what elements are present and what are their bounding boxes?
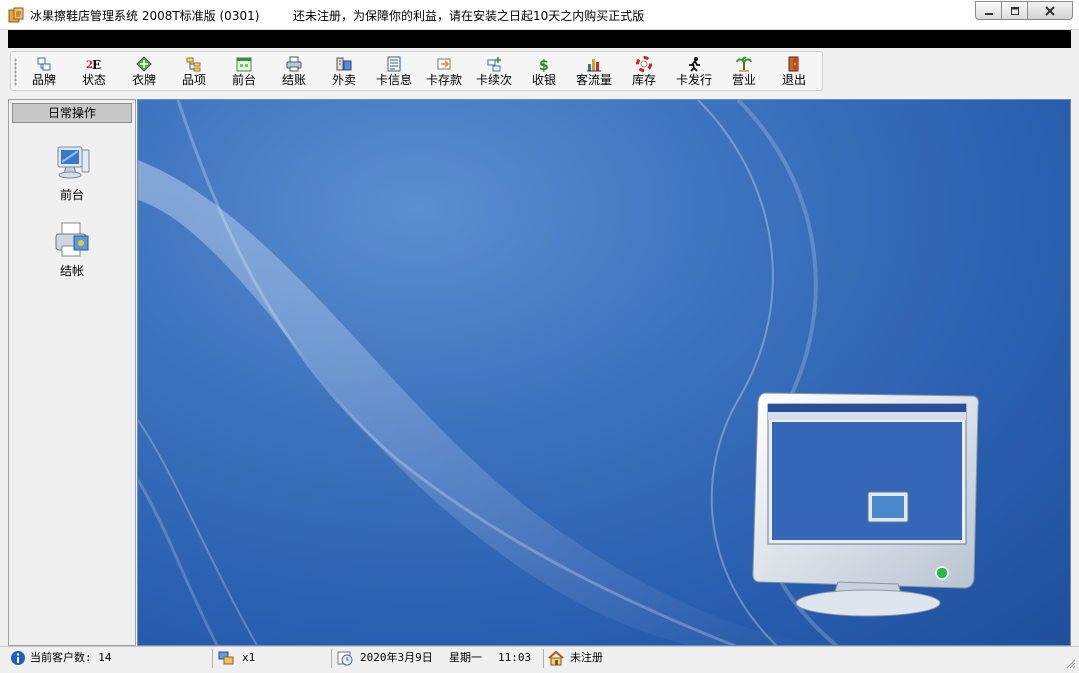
lifebuoy-icon xyxy=(636,56,652,72)
toolbar-card-deposit-button[interactable]: 卡存款 xyxy=(420,54,468,90)
menu-bar xyxy=(8,30,1071,48)
status-customers-cell: 当前客户数: 14 xyxy=(8,649,213,668)
current-time: 11:03 xyxy=(498,651,532,664)
status-multiplier-cell: x1 xyxy=(215,649,332,668)
multiplier-value: x1 xyxy=(242,651,256,664)
exit-door-icon xyxy=(788,56,799,72)
status-icon: 2E xyxy=(86,58,101,72)
daily-operations-panel: 日常操作 前台 结帐 xyxy=(8,99,136,646)
tag-icon xyxy=(136,56,152,72)
registration-status: 未注册 xyxy=(570,651,603,664)
monitor-illustration xyxy=(752,392,979,617)
close-icon xyxy=(1045,5,1055,16)
toolbar-grip[interactable] xyxy=(14,58,17,86)
panel-header[interactable]: 日常操作 xyxy=(12,103,132,123)
home-icon xyxy=(548,650,564,666)
wallpaper-image xyxy=(138,100,979,645)
toolbar-business-button[interactable]: 营业 xyxy=(720,54,768,90)
palm-tree-icon xyxy=(736,56,752,72)
toolbar-front-desk-button[interactable]: 前台 xyxy=(220,54,268,90)
window-title: 冰果擦鞋店管理系统 2008T标准版 (0301) xyxy=(30,9,260,23)
current-weekday: 星期一 xyxy=(449,651,482,664)
toolbar-inventory-button[interactable]: 库存 xyxy=(620,54,668,90)
item-icon xyxy=(186,57,201,72)
title-bar: 冰果擦鞋店管理系统 2008T标准版 (0301) 还未注册，为保障你的利益，请… xyxy=(0,0,1079,30)
app-logo-icon xyxy=(8,7,24,23)
bar-chart-icon xyxy=(587,59,601,72)
printer-icon xyxy=(55,222,89,257)
maximize-button[interactable] xyxy=(1001,1,1028,20)
toolbar-traffic-button[interactable]: 客流量 xyxy=(570,54,618,90)
card-renew-icon xyxy=(487,57,501,72)
toolbar-card-renew-button[interactable]: 卡续次 xyxy=(470,54,518,90)
users-icon xyxy=(218,651,234,665)
front-desk-icon xyxy=(236,57,252,72)
svg-text:E: E xyxy=(92,58,101,72)
desktop-background xyxy=(137,99,1071,646)
toolbar-cashier-button[interactable]: $ 收银 xyxy=(520,54,568,90)
main-toolbar: 品牌 2E 状态 衣牌 品项 前台 结账 外卖 卡信息 卡存款 卡续次 $ 收银 xyxy=(10,51,823,91)
status-datetime-cell: 2020年3月9日 星期一 11:03 xyxy=(334,649,544,668)
svg-text:$: $ xyxy=(539,58,549,72)
status-registration-cell: 未注册 xyxy=(546,649,1066,668)
minimize-icon xyxy=(984,12,993,15)
info-icon xyxy=(11,651,25,665)
runner-icon xyxy=(689,57,700,72)
maximize-icon xyxy=(1010,6,1019,15)
calendar-clock-icon xyxy=(337,651,353,666)
registration-notice: 还未注册，为保障你的利益，请在安装之日起10天之内购买正式版 xyxy=(293,9,645,23)
toolbar-takeout-button[interactable]: 外卖 xyxy=(320,54,368,90)
window-controls xyxy=(975,1,1073,20)
sidebar-item-checkout[interactable]: 结帐 xyxy=(37,220,107,279)
current-date: 2020年3月9日 xyxy=(360,651,433,664)
toolbar-item-button[interactable]: 品项 xyxy=(170,54,218,90)
toolbar-tag-button[interactable]: 衣牌 xyxy=(120,54,168,90)
toolbar-exit-button[interactable]: 退出 xyxy=(770,54,818,90)
card-info-icon xyxy=(387,56,401,72)
toolbar-checkout-button[interactable]: 结账 xyxy=(270,54,318,90)
dollar-icon: $ xyxy=(539,58,549,72)
toolbar-status-button[interactable]: 2E 状态 xyxy=(70,54,118,90)
sidebar-item-front-desk[interactable]: 前台 xyxy=(37,144,107,203)
takeout-icon xyxy=(336,57,352,71)
toolbar-brand-button[interactable]: 品牌 xyxy=(20,54,68,90)
brand-icon xyxy=(37,57,51,71)
toolbar-card-issue-button[interactable]: 卡发行 xyxy=(670,54,718,90)
status-bar: 当前客户数: 14 x1 2020年3月9日 星期一 11:03 未注册 xyxy=(0,646,1079,673)
resize-grip-icon[interactable] xyxy=(1064,657,1076,669)
close-button[interactable] xyxy=(1027,1,1073,20)
toolbar-card-info-button[interactable]: 卡信息 xyxy=(370,54,418,90)
monitor-icon xyxy=(57,146,90,179)
customer-count: 当前客户数: 14 xyxy=(30,651,112,664)
checkout-icon xyxy=(286,56,302,72)
minimize-button[interactable] xyxy=(975,1,1002,20)
card-deposit-icon xyxy=(437,58,451,70)
